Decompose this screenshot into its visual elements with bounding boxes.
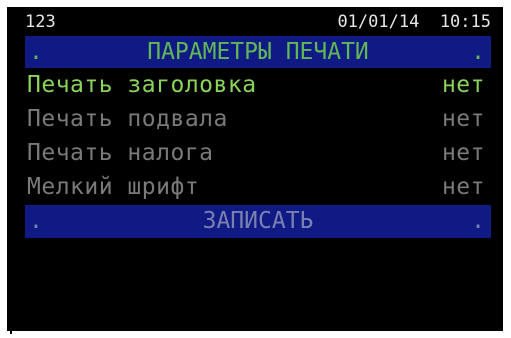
menu-item-small-font[interactable]: Мелкий шрифт нет (25, 171, 491, 203)
save-dot-right: . (471, 208, 485, 234)
menu-item-value: нет (441, 140, 485, 166)
page-title: ПАРАМЕТРЫ ПЕЧАТИ (147, 39, 369, 65)
status-counter: 123 (25, 12, 56, 32)
device-screen: 123 01/01/14 10:15 . ПАРАМЕТРЫ ПЕЧАТИ . … (7, 7, 503, 331)
menu-item-label: Печать налога (27, 140, 214, 166)
title-bar: . ПАРАМЕТРЫ ПЕЧАТИ . (25, 36, 491, 68)
status-date: 01/01/14 (337, 12, 420, 32)
menu-item-print-header[interactable]: Печать заголовка нет (25, 69, 491, 101)
status-time: 10:15 (439, 12, 491, 32)
menu-item-print-tax[interactable]: Печать налога нет (25, 137, 491, 169)
menu-item-value: нет (441, 106, 485, 132)
menu-item-value: нет (441, 174, 485, 200)
title-dot-right: . (471, 39, 485, 65)
menu-item-label: Печать подвала (27, 106, 228, 132)
status-datetime: 01/01/14 10:15 (337, 10, 491, 34)
menu-item-label: Печать заголовка (27, 72, 257, 98)
save-label: ЗАПИСАТЬ (202, 208, 314, 234)
menu-item-print-footer[interactable]: Печать подвала нет (25, 103, 491, 135)
menu-item-label: Мелкий шрифт (27, 174, 200, 200)
screen-edge-mark (10, 288, 12, 334)
status-bar: 123 01/01/14 10:15 (25, 10, 491, 34)
menu-item-value: нет (441, 72, 485, 98)
save-button[interactable]: . ЗАПИСАТЬ . (25, 205, 491, 238)
